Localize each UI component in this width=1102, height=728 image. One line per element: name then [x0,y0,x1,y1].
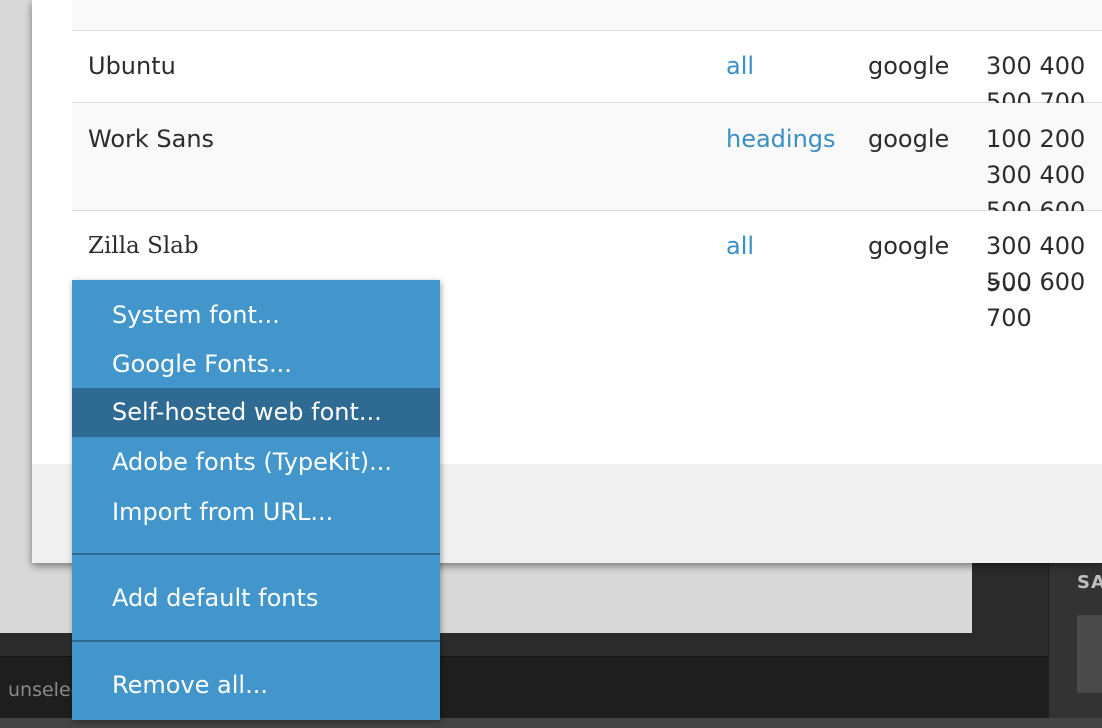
font-source-cell: google [868,232,950,260]
menu-item-google-fonts[interactable]: Google Fonts... [72,340,440,389]
menu-item-import-url[interactable]: Import from URL... [72,488,440,537]
fonts-table: 900 Ubuntu all google 300 400 500 700 Wo… [72,0,1102,332]
menu-item-add-default-fonts[interactable]: Add default fonts [72,574,440,623]
menu-item-remove-all[interactable]: Remove all... [72,661,440,710]
font-name-cell: Ubuntu [88,52,176,80]
right-panel-box[interactable] [1077,615,1102,693]
table-row[interactable]: Ubuntu all google 300 400 500 700 [72,31,1102,116]
font-weights-cell: 300 400 500 600 700 [986,232,1086,332]
font-source-cell: google [868,52,950,80]
menu-separator [72,553,440,555]
menu-separator [72,640,440,642]
right-side-panel: SAVE [1048,560,1102,728]
table-row[interactable]: 900 [72,0,1102,31]
table-row[interactable]: Work Sans headings google 100 200 300 40… [72,103,1102,297]
font-use-link[interactable]: all [726,228,754,264]
menu-item-self-hosted-font[interactable]: Self-hosted web font... [72,388,440,437]
font-use-link[interactable]: all [726,48,754,84]
add-font-menu: System font... Google Fonts... Self-host… [72,280,440,720]
menu-item-adobe-fonts[interactable]: Adobe fonts (TypeKit)... [72,438,440,487]
font-weights-cell: 900 [986,0,1032,4]
right-panel-label: SAVE [1077,572,1102,593]
font-name-cell: Zilla Slab [88,233,199,259]
menu-item-system-font[interactable]: System font... [72,291,440,340]
font-use-link[interactable]: headings [726,121,836,157]
table-row[interactable]: Zilla Slab all google 300 400 500 600 70… [72,211,1102,332]
font-source-cell: google [868,125,950,153]
font-name-cell: Work Sans [88,125,215,153]
